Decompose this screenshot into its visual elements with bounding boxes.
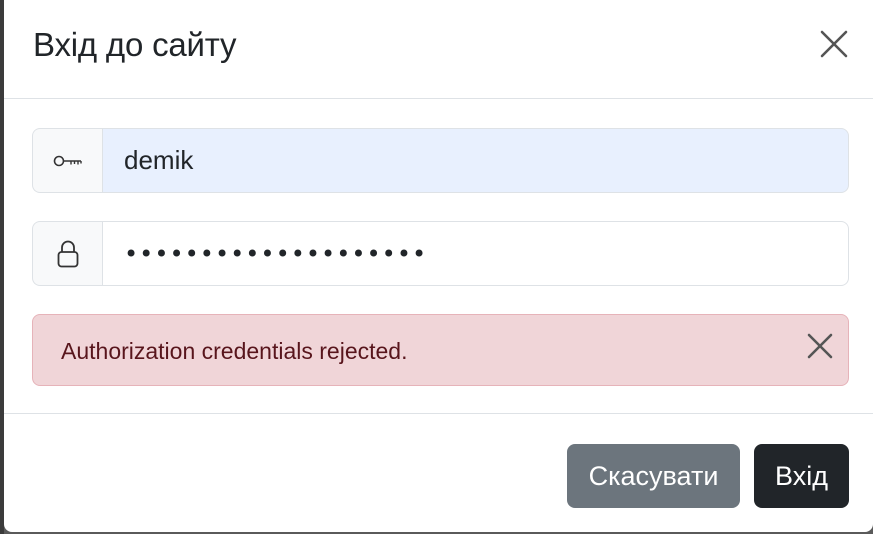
error-alert: Authorization credentials rejected.: [32, 314, 849, 386]
alert-close-button[interactable]: [803, 329, 837, 363]
username-addon: [32, 128, 102, 193]
close-icon: [807, 333, 833, 359]
dialog-body: Authorization credentials rejected.: [4, 99, 873, 414]
username-input[interactable]: [102, 128, 849, 193]
cancel-button[interactable]: Скасувати: [567, 444, 740, 508]
password-addon: [32, 221, 102, 286]
dialog-close-button[interactable]: [814, 24, 854, 64]
login-button[interactable]: Вхід: [754, 444, 849, 508]
login-dialog: Вхід до сайту demik ••••••••••••••••••••…: [4, 0, 873, 532]
password-input[interactable]: [102, 221, 849, 286]
close-icon: [820, 30, 848, 58]
error-alert-message: Authorization credentials rejected.: [61, 338, 408, 364]
username-group: [32, 128, 849, 193]
dialog-footer: Скасувати Вхід: [4, 413, 873, 532]
dialog-title: Вхід до сайту: [33, 26, 237, 63]
key-icon: [53, 155, 82, 166]
password-group: [32, 221, 849, 286]
dialog-header: Вхід до сайту: [4, 0, 873, 99]
lock-icon: [57, 240, 78, 267]
